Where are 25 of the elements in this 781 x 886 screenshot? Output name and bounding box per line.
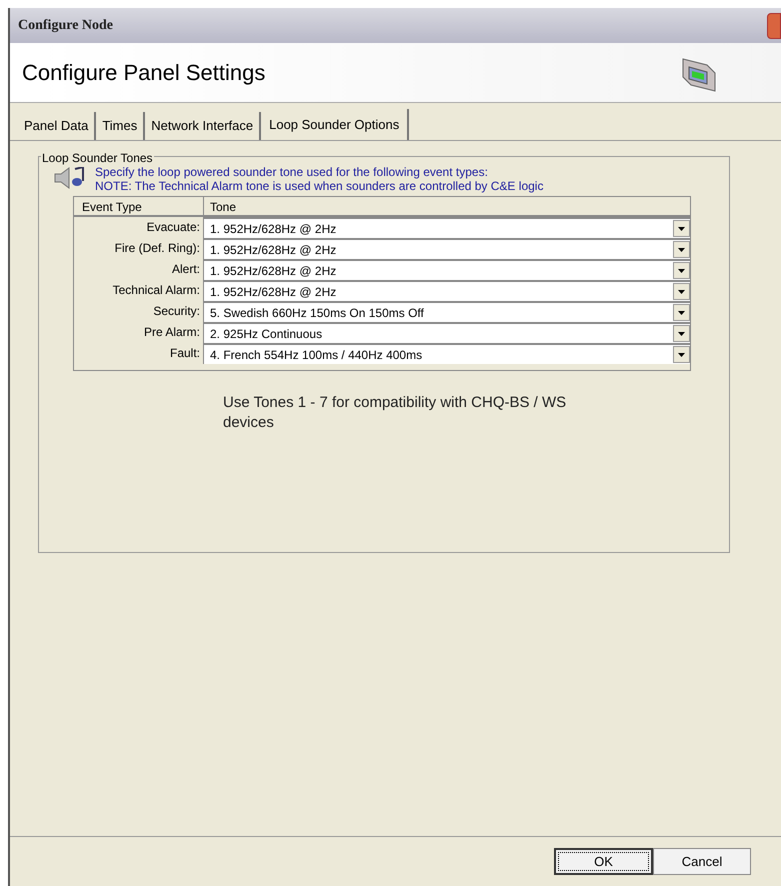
tone-dropdown[interactable]: 5. Swedish 660Hz 150ms On 150ms Off bbox=[204, 301, 690, 322]
column-header: Tone bbox=[209, 199, 238, 215]
dropdown-arrow-icon bbox=[678, 268, 685, 272]
dropdown-arrow-icon bbox=[678, 290, 685, 294]
speaker-note-icon bbox=[53, 165, 87, 191]
description-text: Specify the loop powered sounder tone used for the following event types: bbox=[95, 165, 489, 179]
dropdown-arrow-icon bbox=[678, 248, 685, 252]
dropdown-arrow-icon bbox=[678, 332, 685, 336]
dialog-button[interactable]: Cancel bbox=[653, 848, 751, 875]
dropdown-arrow-icon bbox=[678, 310, 685, 314]
tone-dropdown[interactable]: 1. 952Hz/628Hz @ 2Hz bbox=[204, 280, 690, 301]
tone-dropdown[interactable]: 1. 952Hz/628Hz @ 2Hz bbox=[204, 217, 690, 238]
dropdown-arrow-icon bbox=[678, 226, 685, 230]
tone-dropdown[interactable]: 2. 925Hz Continuous bbox=[204, 322, 690, 343]
tone-dropdown[interactable]: 4. French 554Hz 100ms / 440Hz 400ms bbox=[204, 343, 690, 364]
close-button[interactable] bbox=[767, 12, 781, 38]
dialog-button[interactable]: OK bbox=[554, 848, 653, 875]
tone-dropdown[interactable]: 1. 952Hz/628Hz @ 2Hz bbox=[204, 238, 690, 259]
header-title: Configure Panel Settings bbox=[22, 59, 266, 87]
dropdown-arrow-icon bbox=[678, 352, 685, 356]
compatibility-note: Use Tones 1 - 7 for compatibility with CHQ-BS / WS devices bbox=[223, 393, 568, 433]
window-title: Configure Node bbox=[18, 17, 114, 35]
column-header: Event Type bbox=[74, 197, 204, 215]
description-text: NOTE: The Technical Alarm tone is used when sounders are controlled by C&E logic bbox=[95, 179, 544, 193]
tone-dropdown[interactable]: 1. 952Hz/628Hz @ 2Hz bbox=[204, 259, 690, 280]
